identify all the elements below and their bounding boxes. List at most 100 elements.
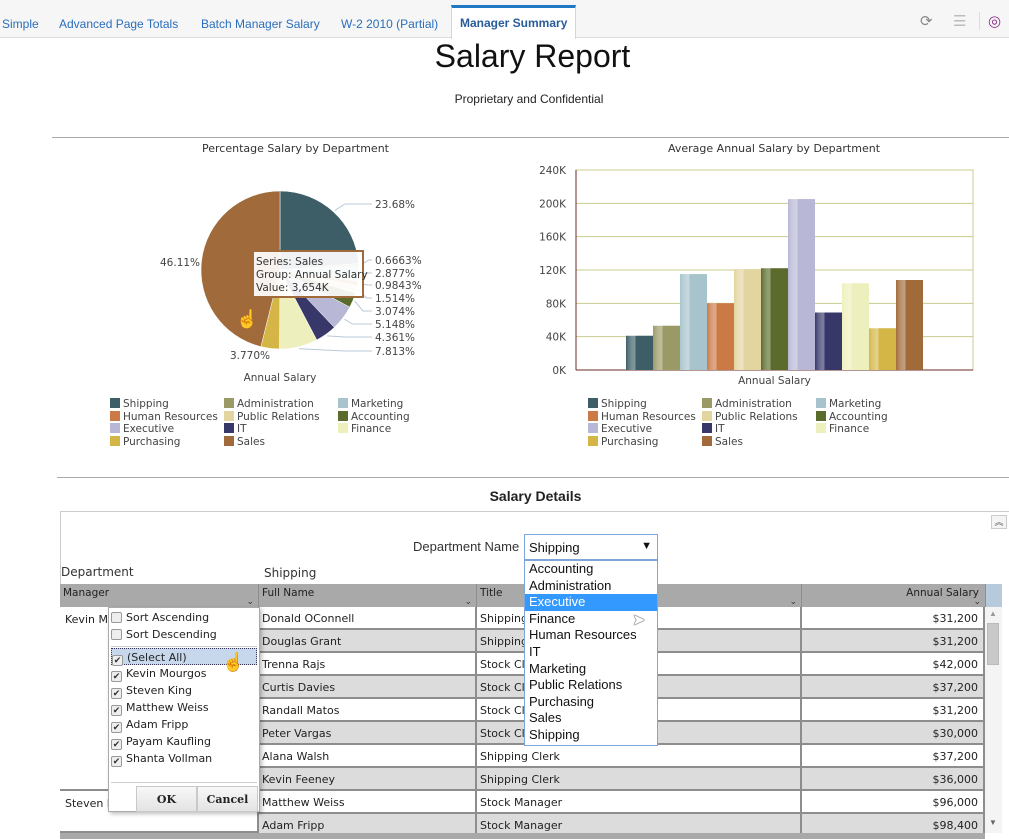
table-row[interactable]: Matthew Weiss Stock Manager $96,000 [259,791,985,814]
divider [52,137,1009,138]
filter-option-shanta-vollman[interactable]: ✔ Shanta Vollman [111,750,212,767]
pie-chart-title: Percentage Salary by Department [202,142,389,155]
cell-salary: $42,000 [802,653,985,676]
pie-data-label: 5.148% [375,319,415,331]
legend-label: Accounting [351,410,410,423]
filter-ok-button[interactable]: OK [136,786,197,812]
dropdown-option-executive[interactable]: Executive [525,594,657,611]
option-label: Sort Ascending [126,611,210,624]
legend-item-finance[interactable]: Finance [816,423,869,435]
sort-ascending-option[interactable]: Sort Ascending [111,609,209,626]
legend-item-human-resources[interactable]: Human Resources [588,410,696,423]
dropdown-option-marketing[interactable]: Marketing [525,661,657,678]
tab-simple[interactable]: Simple [0,8,47,38]
legend-item-shipping[interactable]: Shipping [588,398,647,410]
department-select[interactable]: Shipping ▼ [524,534,658,560]
checkbox-checked[interactable]: ✔ [111,756,122,767]
checkbox-checked[interactable]: ✔ [111,739,122,750]
chevron-down-icon[interactable]: ⌄ [246,597,254,607]
scroll-thumb[interactable] [987,623,999,665]
sort-descending-option[interactable]: Sort Descending [111,626,217,643]
option-label: Kevin Mourgos [126,667,207,680]
report-subtitle: Proprietary and Confidential [454,92,604,106]
refresh-icon[interactable]: ⟳ [920,12,933,30]
tab-w2-2010[interactable]: W-2 2010 (Partial) [333,8,446,38]
dropdown-option-accounting[interactable]: Accounting [525,561,657,578]
analytics-icon[interactable]: ◎ [988,12,1001,30]
tab-advanced-page-totals[interactable]: Advanced Page Totals [51,8,186,38]
legend-item-marketing[interactable]: Marketing [338,398,403,410]
pie-data-label: 46.11% [160,257,200,269]
collapse-icon[interactable]: ︽ [991,515,1007,529]
y-tick-label: 40K [546,332,567,344]
legend-item-executive[interactable]: Executive [110,423,174,435]
list-icon[interactable]: ☰ [953,12,966,30]
chevron-down-icon[interactable]: ⌄ [973,597,981,607]
checkbox-checked[interactable]: ✔ [111,705,122,716]
pie-leader-line [334,203,372,211]
legend-item-sales[interactable]: Sales [702,435,743,448]
dropdown-option-sales[interactable]: Sales [525,710,657,727]
checkbox-checked[interactable]: ✔ [111,688,122,699]
dropdown-option-purchasing[interactable]: Purchasing [525,694,657,711]
bar-shading [869,328,896,370]
legend-item-accounting[interactable]: Accounting [338,410,410,423]
legend-item-it[interactable]: IT [224,423,247,435]
table-row[interactable]: Alana Walsh Shipping Clerk $37,200 [259,745,985,768]
table-row[interactable]: Kevin Feeney Shipping Clerk $36,000 [259,768,985,791]
dropdown-option-administration[interactable]: Administration [525,578,657,595]
bar-shading [842,283,869,370]
checkbox-checked[interactable]: ✔ [111,671,122,682]
legend-item-public-relations[interactable]: Public Relations [702,410,798,423]
scroll-down-icon[interactable]: ▼ [989,818,997,827]
legend-item-it[interactable]: IT [702,423,725,435]
legend-label: Executive [123,423,175,435]
pie-leader-line [344,318,372,325]
pie-leader-line [354,300,372,312]
filter-option-kevin-mourgos[interactable]: ✔ Kevin Mourgos [111,665,206,682]
grid-scrollbar[interactable]: ▲ ▼ [985,607,1002,833]
option-label: Steven King [126,684,193,697]
dropdown-option-public-relations[interactable]: Public Relations [525,677,657,694]
column-header-full-name[interactable]: Full Name ⌄ [259,584,477,607]
legend-item-administration[interactable]: Administration [224,398,314,410]
pie-data-label: 2.877% [375,268,415,280]
dropdown-option-it[interactable]: IT [525,644,657,661]
legend-swatch [224,410,234,421]
legend-item-sales[interactable]: Sales [224,435,265,448]
legend-item-shipping[interactable]: Shipping [110,398,169,410]
legend-item-public-relations[interactable]: Public Relations [224,410,320,423]
legend-label: Shipping [123,398,169,410]
legend-item-administration[interactable]: Administration [702,398,792,410]
checkbox[interactable] [111,612,122,623]
column-header-manager[interactable]: Manager ⌄ [60,584,259,607]
filter-option-matthew-weiss[interactable]: ✔ Matthew Weiss [111,699,209,716]
department-select-value: Shipping [529,540,580,555]
bar-shading [734,269,761,370]
legend-item-marketing[interactable]: Marketing [816,398,881,410]
filter-option-adam-fripp[interactable]: ✔ Adam Fripp [111,716,188,733]
bar-shading [815,312,842,370]
legend-item-human-resources[interactable]: Human Resources [110,410,218,423]
checkbox-checked[interactable]: ✔ [111,722,122,733]
column-header-label: Annual Salary [906,587,979,599]
legend-item-finance[interactable]: Finance [338,423,391,435]
chevron-down-icon[interactable]: ⌄ [464,597,472,607]
filter-option-steven-king[interactable]: ✔ Steven King [111,682,192,699]
legend-label: IT [715,423,725,435]
legend-item-accounting[interactable]: Accounting [816,410,888,423]
filter-cancel-button[interactable]: Cancel [197,786,258,812]
cell-title: Shipping Clerk [477,768,802,791]
legend-item-purchasing[interactable]: Purchasing [588,435,658,448]
column-header-annual-salary[interactable]: Annual Salary ⌄ [802,584,986,607]
tab-bar: Simple Advanced Page Totals Batch Manage… [0,0,1009,39]
scroll-up-icon[interactable]: ▲ [989,609,997,618]
checkbox[interactable] [111,629,122,640]
legend-item-executive[interactable]: Executive [588,423,652,435]
legend-item-purchasing[interactable]: Purchasing [110,435,180,448]
filter-option-payam-kaufling[interactable]: ✔ Payam Kaufling [111,733,211,750]
chevron-down-icon[interactable]: ⌄ [789,597,797,607]
tab-manager-summary[interactable]: Manager Summary [451,5,577,39]
dropdown-option-shipping[interactable]: Shipping [525,727,657,744]
tab-batch-manager-salary[interactable]: Batch Manager Salary [193,8,328,38]
